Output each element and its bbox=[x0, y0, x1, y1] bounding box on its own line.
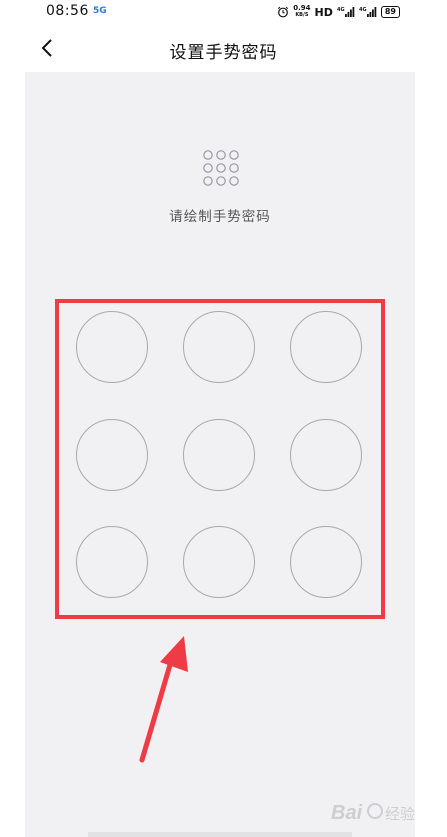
pattern-dot-9[interactable] bbox=[290, 526, 362, 598]
network-speed-unit: KB/S bbox=[295, 12, 309, 18]
pattern-dot-4[interactable] bbox=[76, 419, 148, 491]
alarm-clock-icon bbox=[278, 6, 289, 18]
pattern-dot-3[interactable] bbox=[290, 311, 362, 383]
status-bar: 08:56 5G 0.94 KB/S HD 4G 4G 89 bbox=[0, 0, 447, 26]
signal-4g-icon: 4G bbox=[337, 7, 355, 17]
pattern-dot-8[interactable] bbox=[183, 526, 255, 598]
bottom-bar bbox=[88, 832, 352, 837]
pattern-dot-7[interactable] bbox=[76, 526, 148, 598]
pattern-dot-2[interactable] bbox=[183, 311, 255, 383]
status-icons: 0.94 KB/S HD 4G 4G 89 bbox=[277, 3, 400, 21]
pattern-dot-1[interactable] bbox=[76, 311, 148, 383]
pattern-dot-5[interactable] bbox=[183, 419, 255, 491]
title-bar: 设置手势密码 bbox=[0, 26, 447, 72]
signal-4g-secondary-icon: 4G bbox=[359, 7, 377, 17]
page-title: 设置手势密码 bbox=[169, 43, 278, 63]
gesture-prompt: 请绘制手势密码 bbox=[169, 209, 271, 225]
svg-text:经验: 经验 bbox=[385, 805, 415, 823]
annotation-arrow-icon bbox=[139, 636, 188, 763]
gesture-grid-icon bbox=[203, 150, 239, 186]
status-time: 08:56 bbox=[46, 3, 89, 19]
svg-text:4G: 4G bbox=[359, 7, 367, 13]
pattern-dot-6[interactable] bbox=[290, 419, 362, 491]
hd-label: HD bbox=[314, 5, 333, 19]
battery-indicator: 89 bbox=[380, 6, 400, 18]
network-speed: 0.94 KB/S bbox=[293, 5, 310, 19]
svg-text:Bai: Bai bbox=[331, 802, 363, 824]
network-speed-value: 0.94 bbox=[293, 4, 311, 12]
svg-text:4G: 4G bbox=[337, 7, 345, 13]
network-5g-icon: 5G bbox=[93, 6, 107, 16]
baidu-watermark-logo: Bai 经验 bbox=[331, 802, 415, 824]
